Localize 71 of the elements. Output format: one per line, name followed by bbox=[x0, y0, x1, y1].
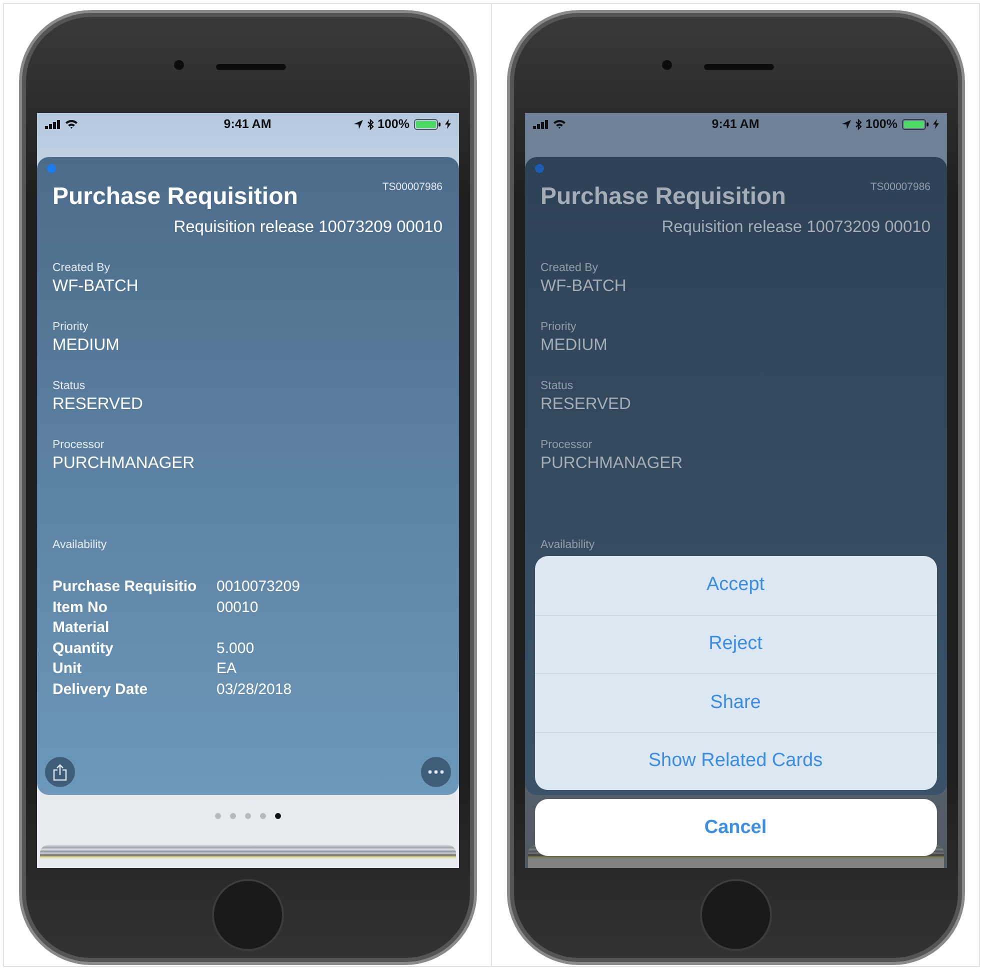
status-time: 9:41 AM bbox=[712, 117, 760, 131]
field-label: Status bbox=[540, 379, 574, 393]
action-sheet-item[interactable]: Reject bbox=[534, 614, 936, 673]
battery-percent: 100% bbox=[378, 117, 410, 131]
signal-icon bbox=[44, 120, 62, 128]
bluetooth-icon bbox=[366, 118, 374, 130]
field-label: Processor bbox=[52, 438, 106, 452]
card-title: Purchase Requisition bbox=[540, 182, 786, 212]
card-subtitle: Requisition release 10073209 00010 bbox=[662, 217, 930, 237]
detail-value: 0010073209 bbox=[216, 578, 300, 595]
field-label: Priority bbox=[540, 320, 578, 334]
charging-icon bbox=[932, 119, 938, 129]
battery-percent: 100% bbox=[866, 117, 898, 131]
detail-label: Delivery Date bbox=[52, 680, 149, 700]
field-label: Status bbox=[52, 379, 86, 393]
field-label: Processor bbox=[540, 438, 594, 452]
camera-icon bbox=[174, 60, 184, 70]
detail-value: EA bbox=[216, 660, 237, 677]
battery-icon bbox=[414, 118, 440, 130]
battery-icon bbox=[902, 118, 928, 130]
bluetooth-icon bbox=[854, 118, 862, 130]
action-sheet-item[interactable]: Show Related Cards bbox=[534, 732, 936, 790]
field-value: PURCHMANAGER bbox=[540, 453, 684, 473]
wifi-icon bbox=[64, 119, 78, 129]
field-value: WF-BATCH bbox=[52, 276, 140, 296]
field-label: Created By bbox=[540, 261, 600, 275]
detail-value: 5.000 bbox=[216, 640, 254, 656]
action-sheet-item[interactable]: Share bbox=[534, 673, 936, 732]
detail-label: Material bbox=[52, 618, 110, 638]
card-title: Purchase Requisition bbox=[52, 182, 298, 212]
page-indicator-dot[interactable] bbox=[214, 813, 220, 819]
cancel-button[interactable]: Cancel bbox=[534, 799, 936, 856]
section-label: Availability bbox=[52, 538, 108, 552]
status-time: 9:41 AM bbox=[224, 117, 272, 131]
camera-icon bbox=[662, 60, 672, 70]
card-subtitle: Requisition release 10073209 00010 bbox=[174, 217, 442, 237]
field-value: RESERVED bbox=[52, 394, 144, 414]
speaker-icon bbox=[216, 64, 286, 70]
section-label: Availability bbox=[540, 538, 596, 552]
page-indicator-dot[interactable] bbox=[260, 813, 266, 819]
action-sheet-item[interactable]: Accept bbox=[534, 556, 936, 614]
field-value: MEDIUM bbox=[540, 335, 608, 355]
share-icon bbox=[52, 764, 66, 780]
page-indicator-dot[interactable] bbox=[274, 813, 280, 819]
field-label: Created By bbox=[52, 261, 112, 275]
wifi-icon bbox=[552, 119, 566, 129]
location-arrow-icon bbox=[842, 120, 851, 128]
more-button[interactable] bbox=[420, 757, 450, 787]
more-icon bbox=[428, 770, 444, 774]
field-value: PURCHMANAGER bbox=[52, 453, 196, 473]
location-arrow-icon bbox=[354, 120, 363, 128]
charging-icon bbox=[444, 119, 450, 129]
detail-label: Quantity bbox=[52, 638, 114, 658]
task-id: TS00007986 bbox=[870, 181, 930, 193]
field-value: MEDIUM bbox=[52, 335, 120, 355]
field-label: Priority bbox=[52, 320, 90, 334]
page-indicator-dot[interactable] bbox=[244, 813, 250, 819]
speaker-icon bbox=[704, 64, 774, 70]
detail-value: 03/28/2018 bbox=[216, 680, 292, 698]
signal-icon bbox=[532, 120, 550, 128]
detail-label: Unit bbox=[52, 659, 83, 679]
field-value: WF-BATCH bbox=[540, 276, 628, 296]
detail-label: Item No bbox=[52, 598, 109, 618]
task-id: TS00007986 bbox=[382, 181, 442, 193]
share-button[interactable] bbox=[44, 757, 74, 787]
detail-value: 00010 bbox=[216, 598, 258, 616]
home-button[interactable] bbox=[702, 881, 770, 949]
field-value: RESERVED bbox=[540, 394, 632, 414]
page-indicator-dot[interactable] bbox=[230, 813, 236, 819]
detail-label: Purchase Requisitio bbox=[52, 577, 198, 597]
home-button[interactable] bbox=[214, 881, 282, 949]
